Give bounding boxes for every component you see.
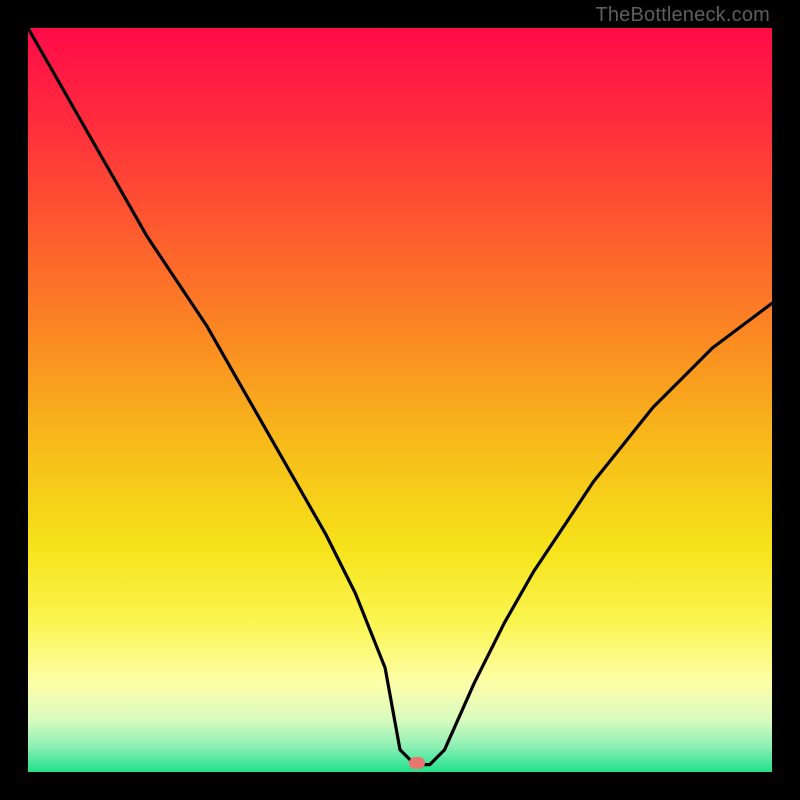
chart-frame: TheBottleneck.com: [0, 0, 800, 800]
plot-area: [28, 28, 772, 772]
optimal-point-marker: [409, 757, 425, 769]
watermark-text: TheBottleneck.com: [595, 4, 770, 27]
bottleneck-curve-line: [28, 28, 772, 772]
